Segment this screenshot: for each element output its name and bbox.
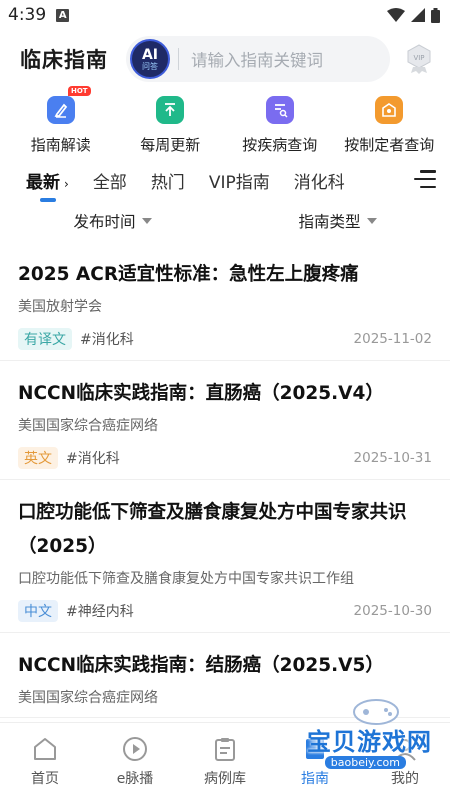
filter-label: 指南类型 [298, 213, 361, 231]
quick-weekly-update[interactable]: 每周更新 [116, 96, 226, 160]
filter-label: 发布时间 [73, 213, 136, 231]
nav-label: 我的 [391, 770, 419, 787]
guide-date: 2025-11-02 [353, 331, 432, 347]
quick-label: 按制定者查询 [344, 136, 435, 154]
guide-title: 口腔功能低下筛查及膳食康复处方中国专家共识（2025） [18, 502, 407, 557]
nav-profile[interactable]: 我的 [360, 723, 450, 800]
list-item[interactable]: NCCN临床实践指南：直肠癌（2025.V4） 美国国家综合癌症网络 英文 #消… [0, 361, 450, 480]
org-icon [375, 96, 404, 124]
nav-label: e脉播 [116, 770, 154, 787]
play-icon [123, 736, 147, 761]
guide-source: 美国放射学会 [18, 299, 102, 315]
guide-date: 2025-10-30 [353, 603, 432, 619]
signal-icon [411, 8, 425, 22]
guide-title: NCCN临床实践指南：结肠癌（2025.V5） [18, 655, 384, 676]
vip-text: VIP [413, 54, 424, 62]
category-tabs: 最新 › 全部 热门 VIP指南 消化科 [0, 160, 450, 202]
tab-label: 最新 [26, 172, 60, 193]
menu-icon[interactable] [414, 170, 436, 188]
clipboard-icon [215, 737, 235, 761]
guide-source: 美国国家综合癌症网络 [18, 418, 158, 434]
quick-author-search[interactable]: 按制定者查询 [335, 96, 445, 160]
list-item[interactable]: NCCN临床实践指南：结肠癌（2025.V5） 美国国家综合癌症网络 [0, 633, 450, 718]
list-item[interactable]: 2025 ACR适宜性标准：急性左上腹疼痛 美国放射学会 有译文 #消化科 20… [0, 242, 450, 361]
nav-cases[interactable]: 病例库 [180, 723, 270, 800]
guide-source: 口腔功能低下筛查及膳食康复处方中国专家共识工作组 [18, 571, 354, 587]
tab-gastro[interactable]: 消化科 [294, 168, 345, 193]
guide-meta: 英文 #消化科 2025-10-31 [18, 447, 432, 469]
vip-icon[interactable]: VIP [404, 44, 434, 74]
bottom-nav: 首页 e脉播 病例库 指南 我的 [0, 722, 450, 800]
search-divider [178, 48, 179, 70]
nav-label: 指南 [301, 770, 329, 787]
tab-hot[interactable]: 热门 [151, 168, 185, 193]
department-tag: #消化科 [80, 332, 134, 348]
nav-home[interactable]: 首页 [0, 723, 90, 800]
page-title: 临床指南 [20, 48, 108, 72]
status-time: 4:39 [8, 5, 47, 25]
guide-meta: 中文 #神经内科 2025-10-30 [18, 600, 432, 622]
upload-icon [156, 96, 185, 124]
nav-guides[interactable]: 指南 [270, 723, 360, 800]
guide-meta: 有译文 #消化科 2025-11-02 [18, 328, 432, 350]
department-tag: #消化科 [66, 451, 120, 467]
book-pen-icon [46, 96, 75, 124]
battery-icon [431, 7, 440, 23]
caret-down-icon [366, 218, 377, 224]
quick-entries: HOT 指南解读 每周更新 按疾病查询 按制定者查询 [0, 86, 450, 160]
guide-list: 2025 ACR适宜性标准：急性左上腹疼痛 美国放射学会 有译文 #消化科 20… [0, 242, 450, 718]
language-tag: 有译文 [18, 328, 72, 350]
home-icon [34, 737, 56, 760]
department-tag: #神经内科 [66, 604, 134, 620]
filter-guide-type[interactable]: 指南类型 [225, 210, 450, 232]
quick-label: 按疾病查询 [242, 136, 318, 154]
hot-badge: HOT [68, 86, 91, 96]
chevron-right-icon: › [64, 176, 69, 191]
quick-disease-search[interactable]: 按疾病查询 [225, 96, 335, 160]
nav-live[interactable]: e脉播 [90, 723, 180, 800]
guide-source: 美国国家综合癌症网络 [18, 690, 158, 706]
quick-label: 指南解读 [30, 136, 91, 154]
doc-search-icon [265, 96, 294, 124]
quick-guide-interpretation[interactable]: HOT 指南解读 [6, 86, 116, 160]
header: 临床指南 AI 问答 请输入指南关键词 VIP [0, 30, 450, 88]
tab-vip[interactable]: VIP指南 [209, 168, 270, 193]
nav-label: 病例库 [204, 770, 246, 787]
tab-latest[interactable]: 最新 › [26, 168, 69, 202]
filter-publish-time[interactable]: 发布时间 [0, 210, 225, 232]
search-bar[interactable]: AI 问答 请输入指南关键词 [126, 36, 390, 82]
list-item[interactable]: 口腔功能低下筛查及膳食康复处方中国专家共识（2025） 口腔功能低下筛查及膳食康… [0, 480, 450, 633]
guide-icon [306, 738, 324, 759]
status-bar: 4:39 A [0, 0, 450, 30]
tab-all[interactable]: 全部 [93, 168, 127, 193]
caret-down-icon [141, 218, 152, 224]
profile-icon [394, 738, 416, 761]
wifi-icon [387, 8, 405, 22]
filter-bar: 发布时间 指南类型 [0, 200, 450, 242]
guide-title: NCCN临床实践指南：直肠癌（2025.V4） [18, 383, 384, 404]
language-tag: 英文 [18, 447, 58, 469]
ai-badge-subtext: 问答 [142, 61, 158, 71]
guide-date: 2025-10-31 [353, 450, 432, 466]
search-input[interactable]: 请输入指南关键词 [191, 47, 323, 71]
notification-icon: A [56, 8, 70, 22]
nav-label: 首页 [31, 770, 59, 787]
ai-badge-text: AI [141, 46, 159, 63]
guide-title: 2025 ACR适宜性标准：急性左上腹疼痛 [18, 264, 359, 285]
quick-label: 每周更新 [140, 136, 201, 154]
ai-qa-button[interactable]: AI 问答 [130, 39, 170, 79]
language-tag: 中文 [18, 600, 58, 622]
